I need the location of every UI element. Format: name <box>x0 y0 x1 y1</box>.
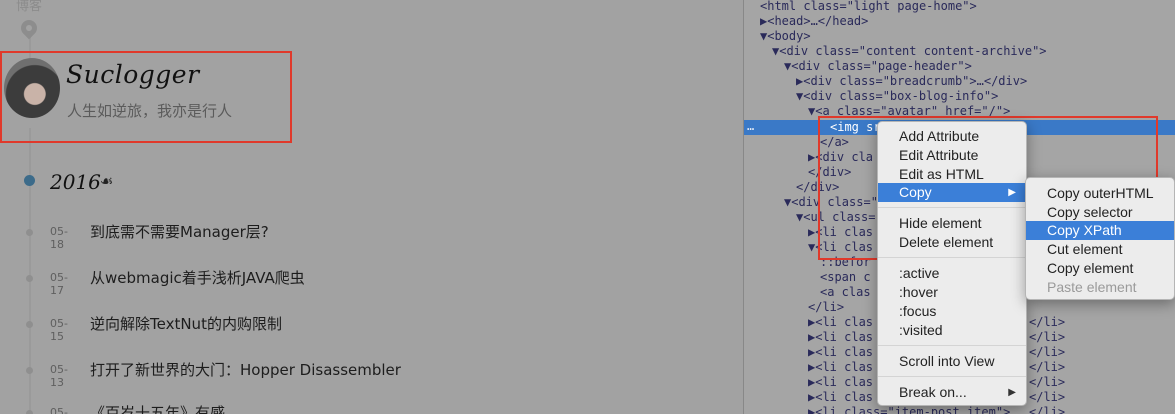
dom-node-line[interactable]: <html class="light page-home"> <box>760 0 977 14</box>
dom-node-closing-tag: </li> <box>1029 390 1066 404</box>
post-date: 05-18 <box>50 225 68 251</box>
post-title[interactable]: 从webmagic着手浅析JAVA爬虫 <box>90 267 305 288</box>
copy-submenu: Copy outerHTML Copy selector Copy XPath … <box>1025 177 1175 300</box>
submenu-arrow-icon: ▶ <box>1008 387 1016 398</box>
dom-node-line[interactable]: ▶<div class="breadcrumb">…</div> <box>796 74 1027 89</box>
post-dot <box>26 410 33 414</box>
submenu-arrow-icon: ▶ <box>1008 187 1016 198</box>
dom-node-line[interactable]: ▶<li clas <box>808 390 873 405</box>
post-date: 05-11 <box>50 406 68 414</box>
dom-node-closing-tag: </li> <box>1029 360 1066 374</box>
menu-item-hover[interactable]: :hover <box>878 283 1026 302</box>
dom-node-line[interactable]: ▼<div class="content content-archive"> <box>772 44 1047 59</box>
post-date: 05-17 <box>50 271 68 297</box>
post-dot <box>26 275 33 282</box>
menu-item-scroll-into-view[interactable]: Scroll into View <box>878 352 1026 371</box>
menu-item-copy-element[interactable]: Copy element <box>1026 259 1174 278</box>
post-title[interactable]: 到底需不需要Manager层? <box>90 221 269 242</box>
dom-node-line[interactable]: ▼<div class="box-blog-info"> <box>796 89 998 104</box>
dom-node-line[interactable]: ▼<div class="page-header"> <box>784 59 972 74</box>
menu-item-active[interactable]: :active <box>878 264 1026 283</box>
blog-page: 博客 Suclogger 人生如逆旅，我亦是行人 2016 ☙ 05-18 到底… <box>0 0 743 414</box>
menu-item-copy-selector[interactable]: Copy selector <box>1026 203 1174 222</box>
menu-item-visited[interactable]: :visited <box>878 321 1026 340</box>
dom-node-line[interactable]: <a clas <box>820 285 871 300</box>
year-dot <box>24 175 35 186</box>
post-date: 05-15 <box>50 317 68 343</box>
dom-node-line[interactable]: ▶<head>…</head> <box>760 14 868 29</box>
dom-node-line[interactable]: ▶<li class="item-post item"> <box>808 405 1010 414</box>
menu-item-copy-label: Copy <box>899 184 932 200</box>
annotation-box-profile <box>0 51 292 143</box>
dom-node-line[interactable]: ▼<body> <box>760 29 811 44</box>
dom-node-line[interactable]: ▶<li clas <box>808 315 873 330</box>
dom-node-line[interactable]: </li> <box>808 300 844 315</box>
dom-node-closing-tag: </li> <box>1029 345 1066 359</box>
menu-item-copy-outerhtml[interactable]: Copy outerHTML <box>1026 184 1174 203</box>
menu-item-copy-xpath[interactable]: Copy XPath <box>1026 221 1174 240</box>
dom-node-line[interactable]: <span c <box>820 270 871 285</box>
post-dot <box>26 321 33 328</box>
dom-node-line[interactable]: ▶<li clas <box>808 345 873 360</box>
post-dot <box>26 367 33 374</box>
post-date: 05-13 <box>50 363 68 389</box>
post-dot <box>26 229 33 236</box>
dom-node-line[interactable]: ▶<li clas <box>808 375 873 390</box>
menu-item-paste-element: Paste element <box>1047 279 1137 295</box>
dom-node-line[interactable]: ▶<li clas <box>808 330 873 345</box>
more-icon[interactable]: … <box>747 120 754 133</box>
leaf-icon: ☙ <box>100 172 114 190</box>
menu-item-edit-as-html[interactable]: Edit as HTML <box>878 165 1026 184</box>
post-title[interactable]: 《百岁十五年》有感 <box>90 402 225 414</box>
menu-separator <box>878 207 1026 208</box>
post-title[interactable]: 打开了新世界的大门：Hopper Disassembler <box>90 359 401 380</box>
menu-item-copy[interactable]: Copy ▶ <box>878 183 1026 202</box>
post-title[interactable]: 逆向解除TextNut的内购限制 <box>90 313 282 334</box>
dom-node-closing-tag: </li> <box>1029 405 1066 414</box>
context-menu: Add Attribute Edit Attribute Edit as HTM… <box>877 121 1027 406</box>
location-pin-icon <box>17 16 41 40</box>
menu-item-cut-element[interactable]: Cut element <box>1026 240 1174 259</box>
dom-node-closing-tag: </li> <box>1029 375 1066 389</box>
menu-item-hide-element[interactable]: Hide element <box>878 214 1026 233</box>
menu-item-focus[interactable]: :focus <box>878 302 1026 321</box>
menu-item-add-attribute[interactable]: Add Attribute <box>878 127 1026 146</box>
top-label: 博客 <box>16 0 43 14</box>
dom-node-line[interactable]: ▶<li clas <box>808 360 873 375</box>
menu-item-edit-attribute[interactable]: Edit Attribute <box>878 146 1026 165</box>
menu-item-break-on-label: Break on... <box>899 384 967 400</box>
menu-separator <box>878 345 1026 346</box>
menu-item-break-on[interactable]: Break on... ▶ <box>878 383 1026 402</box>
menu-separator <box>878 376 1026 377</box>
year-heading: 2016 <box>50 170 101 194</box>
dom-node-closing-tag: </li> <box>1029 330 1066 344</box>
dom-node-closing-tag: </li> <box>1029 315 1066 329</box>
menu-item-delete-element[interactable]: Delete element <box>878 233 1026 252</box>
menu-separator <box>878 257 1026 258</box>
